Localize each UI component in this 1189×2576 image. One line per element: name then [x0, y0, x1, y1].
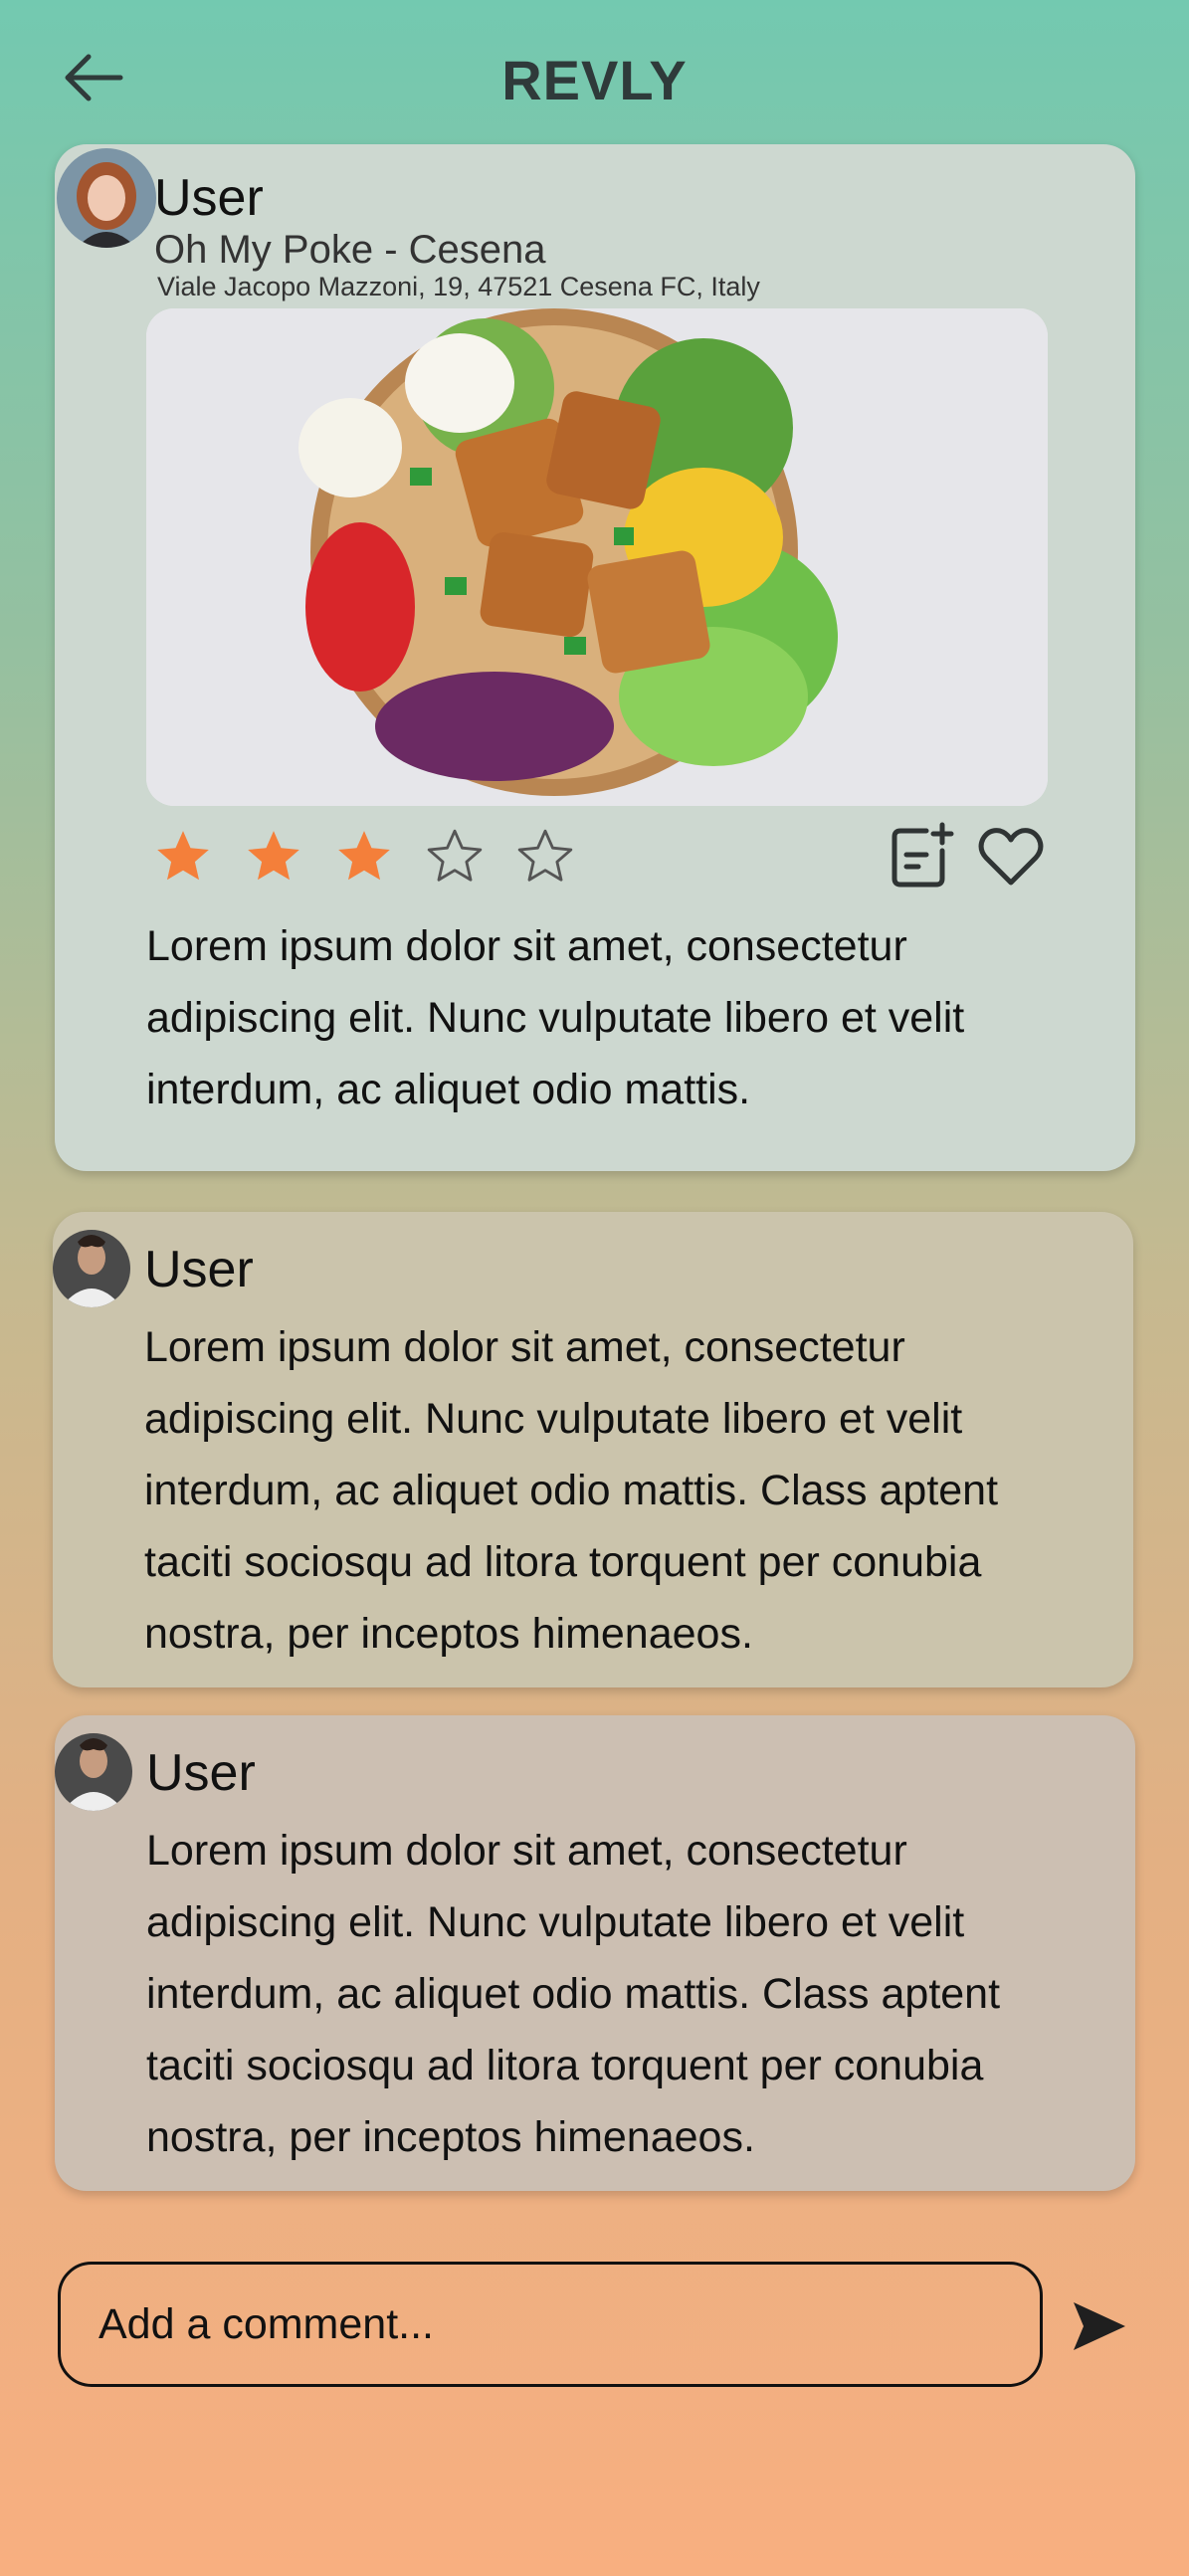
star-outline-icon[interactable]: [514, 826, 576, 888]
restaurant-name[interactable]: Oh My Poke - Cesena: [154, 228, 546, 273]
app-title: REVLY: [501, 49, 688, 111]
comment-field[interactable]: [58, 2262, 1043, 2387]
comment-username[interactable]: User: [144, 1240, 254, 1299]
top-bar: REVLY: [0, 0, 1189, 149]
note-add-icon[interactable]: [887, 821, 956, 892]
comment-username[interactable]: User: [146, 1743, 256, 1803]
send-icon[interactable]: [1070, 2298, 1129, 2354]
comment-text: Lorem ipsum dolor sit amet, consectetur …: [144, 1323, 999, 1658]
comment-avatar[interactable]: [53, 1230, 130, 1307]
post-actions: [887, 821, 1046, 892]
star-filled-icon[interactable]: [152, 826, 214, 888]
heart-icon[interactable]: [976, 821, 1046, 892]
restaurant-address: Viale Jacopo Mazzoni, 19, 47521 Cesena F…: [157, 272, 760, 301]
star-filled-icon[interactable]: [243, 826, 304, 888]
post-username[interactable]: User: [154, 168, 264, 228]
post-review-text: Lorem ipsum dolor sit amet, consectetur …: [146, 922, 965, 1113]
user-avatar[interactable]: [57, 148, 156, 248]
star-filled-icon[interactable]: [333, 826, 395, 888]
star-outline-icon[interactable]: [424, 826, 486, 888]
comment-card: User Lorem ipsum dolor sit amet, consect…: [55, 1715, 1135, 2191]
food-photo: [146, 308, 1048, 806]
rating-stars[interactable]: [152, 826, 576, 895]
comment-avatar[interactable]: [55, 1733, 132, 1811]
comment-card: User Lorem ipsum dolor sit amet, consect…: [53, 1212, 1133, 1687]
comment-input[interactable]: [61, 2265, 1040, 2384]
comment-text: Lorem ipsum dolor sit amet, consectetur …: [146, 1827, 1001, 2161]
post-card: User Oh My Poke - Cesena Viale Jacopo Ma…: [55, 144, 1135, 1171]
